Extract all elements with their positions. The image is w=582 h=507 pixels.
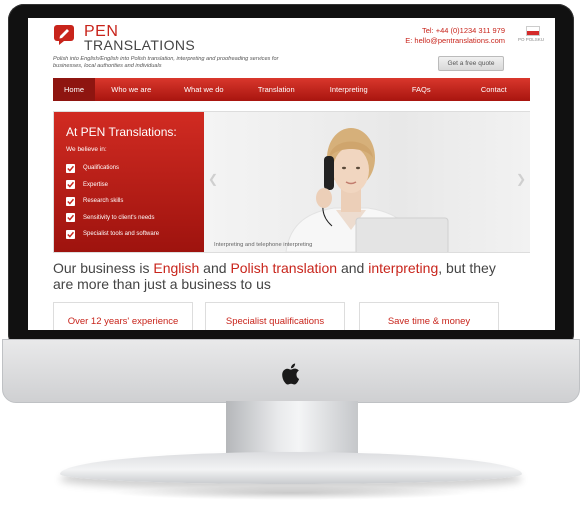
phone-number[interactable]: Tel: +44 (0)1234 311 979 <box>422 26 505 35</box>
beliefs-list: Qualifications Expertise Research skills… <box>66 160 159 243</box>
nav-item-home[interactable]: Home <box>53 78 95 101</box>
list-item: Expertise <box>66 177 159 194</box>
speech-bubble-pen-logo-icon[interactable] <box>53 24 75 46</box>
headline-highlight-polish: Polish translation <box>230 260 338 276</box>
headline-highlight-interpreting: interpreting <box>368 260 439 276</box>
monitor-base <box>60 452 522 484</box>
headline-text: and <box>199 260 231 276</box>
nav-item-who-we-are[interactable]: Who we are <box>95 78 168 101</box>
get-quote-button[interactable]: Get a free quote <box>438 56 504 71</box>
hero-subtitle: We believe in: <box>66 146 107 153</box>
website-screen: PEN TRANSLATIONS Polish into English/Eng… <box>28 18 555 330</box>
checkmark-icon <box>66 229 75 239</box>
list-item-label: Expertise <box>83 181 109 188</box>
language-switch-label[interactable]: PO POLSKU <box>518 37 544 42</box>
checkmark-icon <box>66 213 75 223</box>
apple-logo-icon <box>282 363 300 385</box>
feature-card-save-time[interactable]: Save time & money <box>359 302 499 330</box>
list-item-label: Specialist tools and software <box>83 231 160 238</box>
nav-item-interpreting[interactable]: Interpreting <box>313 78 386 101</box>
hero-panel: At PEN Translations: We believe in: Qual… <box>54 112 204 252</box>
monitor-shadow <box>110 486 472 500</box>
headline-text: Our business is <box>53 260 154 276</box>
list-item-label: Sensitivity to client's needs <box>83 214 155 221</box>
nav-item-contact[interactable]: Contact <box>458 78 531 101</box>
headline-highlight-english: English <box>153 260 200 276</box>
feature-card-label: Specialist qualifications <box>225 316 325 327</box>
email-address[interactable]: E: hello@pentranslations.com <box>405 36 505 45</box>
list-item-label: Qualifications <box>83 165 120 172</box>
slider-prev-arrow-icon[interactable]: ❮ <box>208 172 218 186</box>
list-item: Specialist tools and software <box>66 226 159 243</box>
feature-card-experience[interactable]: Over 12 years' experience <box>53 302 193 330</box>
checkmark-icon <box>66 180 75 190</box>
headline-text: and <box>337 260 369 276</box>
checkmark-icon <box>66 196 75 206</box>
list-item: Sensitivity to client's needs <box>66 210 159 227</box>
hero-title: At PEN Translations: <box>66 125 177 139</box>
nav-item-what-we-do[interactable]: What we do <box>168 78 241 101</box>
headline: Our business is English and Polish trans… <box>53 260 513 292</box>
monitor-stand <box>226 401 358 457</box>
slider-next-arrow-icon[interactable]: ❯ <box>516 172 526 186</box>
nav-item-translation[interactable]: Translation <box>240 78 313 101</box>
feature-card-qualifications[interactable]: Specialist qualifications <box>205 302 345 330</box>
list-item-label: Research skills <box>83 198 124 205</box>
hero-banner: At PEN Translations: We believe in: Qual… <box>53 111 530 253</box>
hero-slide: ❮ ❯ Interpreting and telephone interpret… <box>204 112 530 252</box>
list-item: Research skills <box>66 193 159 210</box>
nav-item-faqs[interactable]: FAQs <box>385 78 458 101</box>
main-nav: Home Who we are What we do Translation I… <box>53 78 530 101</box>
logo-text-translations[interactable]: TRANSLATIONS <box>84 37 195 53</box>
feature-card-label: Save time & money <box>387 316 471 327</box>
tagline: Polish into English/English into Polish … <box>53 56 279 69</box>
checkmark-icon <box>66 163 75 173</box>
list-item: Qualifications <box>66 160 159 177</box>
feature-card-label: Over 12 years' experience <box>67 316 179 327</box>
polish-flag-icon[interactable] <box>526 26 540 36</box>
slide-caption: Interpreting and telephone interpreting <box>214 242 313 248</box>
laptop-image <box>355 217 449 252</box>
